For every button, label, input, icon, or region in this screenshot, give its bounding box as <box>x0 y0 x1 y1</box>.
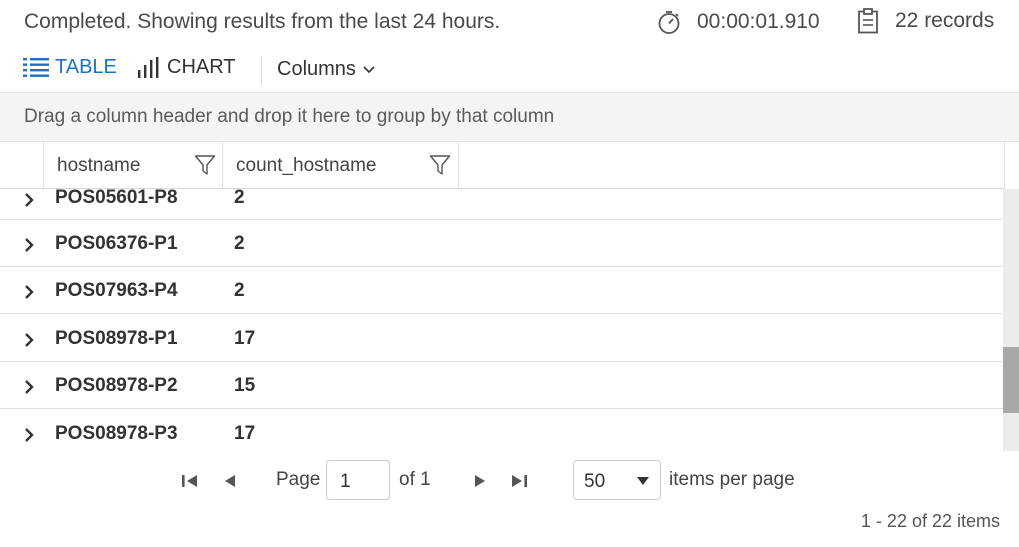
tab-chart[interactable]: CHART <box>137 56 236 79</box>
group-by-hint: Drag a column header and drop it here to… <box>24 106 555 127</box>
items-per-page-label: items per page <box>669 469 795 490</box>
bar-chart-icon <box>138 56 159 78</box>
expand-arrow-icon[interactable] <box>21 377 37 397</box>
status-bar: Completed. Showing results from the last… <box>0 0 1019 46</box>
tab-table[interactable]: TABLE <box>23 56 117 79</box>
cell-hostname: POS08978-P3 <box>55 423 178 444</box>
tab-chart-label: CHART <box>167 56 236 78</box>
tab-divider <box>261 56 262 84</box>
stopwatch-icon <box>658 11 680 34</box>
chevron-down-icon <box>363 65 375 73</box>
cell-hostname: POS07963-P4 <box>55 280 178 301</box>
status-message: Completed. Showing results from the last… <box>24 10 501 33</box>
cell-hostname: POS08978-P1 <box>55 328 178 349</box>
cell-count: 2 <box>234 189 245 208</box>
cell-count: 17 <box>234 423 256 444</box>
items-per-page-value: 50 <box>584 471 606 492</box>
record-count: 22 records <box>857 8 994 34</box>
table-row[interactable]: POS08978-P2 15 <box>0 362 1003 409</box>
pager-range-info: 1 - 22 of 22 items <box>860 511 1000 531</box>
pager: Page of 1 50 items per page <box>0 455 1019 505</box>
cell-count: 17 <box>234 328 256 349</box>
table-row[interactable]: POS07963-P4 2 <box>0 267 1003 314</box>
table-row[interactable]: POS05601-P8 2 <box>0 189 1003 220</box>
view-tabs: TABLE CHART Columns <box>0 52 1019 88</box>
tab-table-label: TABLE <box>55 56 117 78</box>
next-page-icon[interactable] <box>470 471 490 491</box>
filter-icon[interactable] <box>429 154 451 176</box>
expand-arrow-icon[interactable] <box>21 330 37 350</box>
filter-icon[interactable] <box>194 154 216 176</box>
expand-arrow-icon[interactable] <box>21 235 37 255</box>
page-number-input[interactable] <box>326 460 390 500</box>
column-header-label: hostname <box>57 155 141 176</box>
grid-header: hostname count_hostname <box>0 142 1005 189</box>
columns-label: Columns <box>277 58 356 80</box>
query-results-panel: Completed. Showing results from the last… <box>0 0 1019 547</box>
expand-arrow-icon[interactable] <box>21 282 37 302</box>
cell-count: 15 <box>234 375 256 396</box>
expand-arrow-icon[interactable] <box>21 425 37 445</box>
elapsed-time-value: 00:00:01.910 <box>697 10 820 33</box>
cell-hostname: POS05601-P8 <box>55 189 178 208</box>
table-row[interactable]: POS08978-P1 17 <box>0 315 1003 362</box>
page-total-label: of 1 <box>399 469 431 490</box>
prev-page-icon[interactable] <box>220 471 240 491</box>
first-page-icon[interactable] <box>180 471 200 491</box>
page-label: Page <box>276 469 321 490</box>
column-header-label: count_hostname <box>236 155 377 176</box>
cell-hostname: POS08978-P2 <box>55 375 178 396</box>
grid-body: POS05601-P8 2 POS06376-P1 2 POS07963-P4 … <box>0 189 1003 451</box>
clipboard-icon <box>858 8 878 34</box>
cell-hostname: POS06376-P1 <box>55 233 178 254</box>
elapsed-time: 00:00:01.910 <box>656 9 820 35</box>
cell-count: 2 <box>234 280 245 301</box>
table-list-icon <box>23 57 49 77</box>
dropdown-caret-icon <box>637 477 649 485</box>
expand-arrow-icon[interactable] <box>21 190 37 210</box>
items-per-page-select[interactable]: 50 <box>573 460 661 500</box>
group-by-drop-zone[interactable]: Drag a column header and drop it here to… <box>0 92 1019 142</box>
table-row[interactable]: POS08978-P3 17 <box>0 410 1003 451</box>
last-page-icon[interactable] <box>509 471 529 491</box>
table-row[interactable]: POS06376-P1 2 <box>0 220 1003 267</box>
cell-count: 2 <box>234 233 245 254</box>
vertical-scrollbar-thumb[interactable] <box>1003 347 1019 413</box>
column-header-hostname[interactable]: hostname <box>43 142 222 188</box>
column-header-count-hostname[interactable]: count_hostname <box>222 142 459 188</box>
record-count-value: 22 records <box>895 9 995 32</box>
header-border <box>1004 142 1005 189</box>
columns-menu-button[interactable]: Columns <box>277 58 376 81</box>
